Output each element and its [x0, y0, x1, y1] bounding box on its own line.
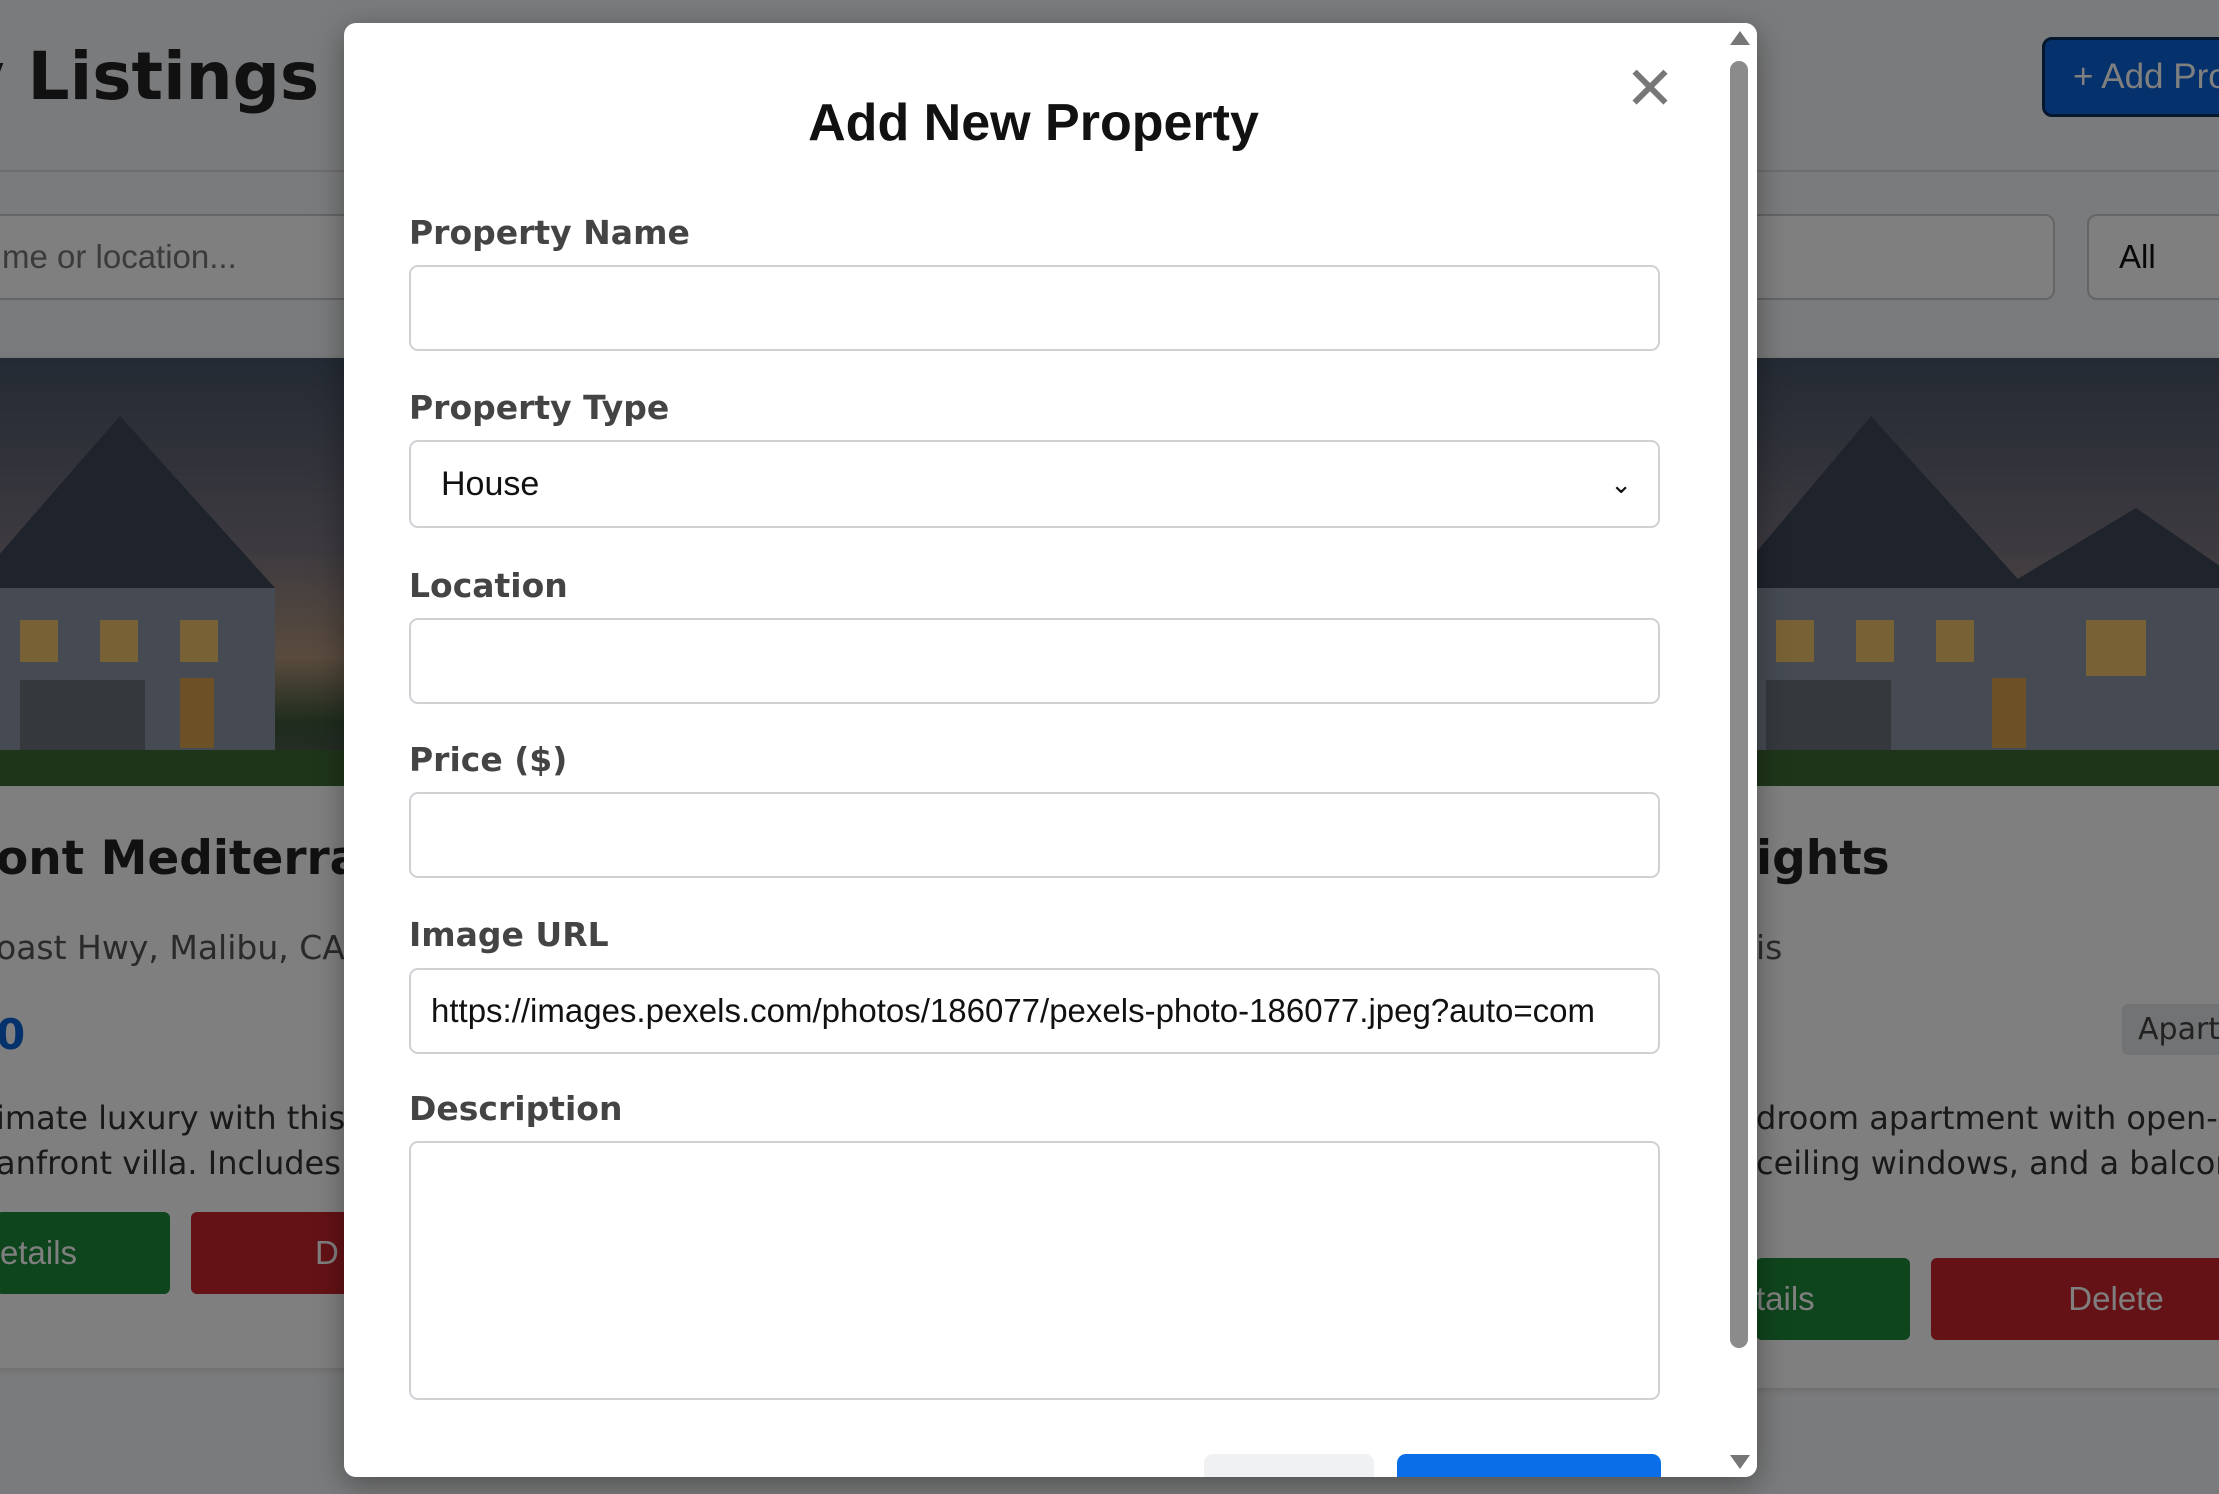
property-name-input[interactable] — [409, 265, 1660, 351]
image-url-label: Image URL — [409, 915, 609, 954]
description-label: Description — [409, 1089, 623, 1128]
description-textarea[interactable] — [409, 1141, 1660, 1400]
image-url-input[interactable] — [409, 968, 1660, 1054]
location-input[interactable] — [409, 618, 1660, 704]
property-name-label: Property Name — [409, 213, 690, 252]
chevron-down-icon: ⌄ — [1610, 469, 1632, 499]
property-type-value: House — [441, 465, 540, 503]
submit-button[interactable] — [1397, 1454, 1661, 1477]
price-label: Price ($) — [409, 740, 568, 779]
location-label: Location — [409, 566, 568, 605]
property-type-label: Property Type — [409, 388, 670, 427]
scroll-up-arrow-icon[interactable] — [1730, 31, 1750, 45]
property-type-select[interactable]: House ⌄ — [409, 440, 1660, 528]
price-input[interactable] — [409, 792, 1660, 878]
scroll-down-arrow-icon[interactable] — [1730, 1455, 1750, 1469]
scrollbar-thumb[interactable] — [1730, 61, 1748, 1348]
add-property-modal: Add New Property ✕ Property Name Propert… — [344, 23, 1757, 1477]
cancel-button[interactable] — [1204, 1454, 1374, 1477]
modal-title: Add New Property — [808, 94, 1259, 152]
modal-scrollbar[interactable] — [1722, 23, 1757, 1477]
close-icon[interactable]: ✕ — [1622, 59, 1678, 119]
